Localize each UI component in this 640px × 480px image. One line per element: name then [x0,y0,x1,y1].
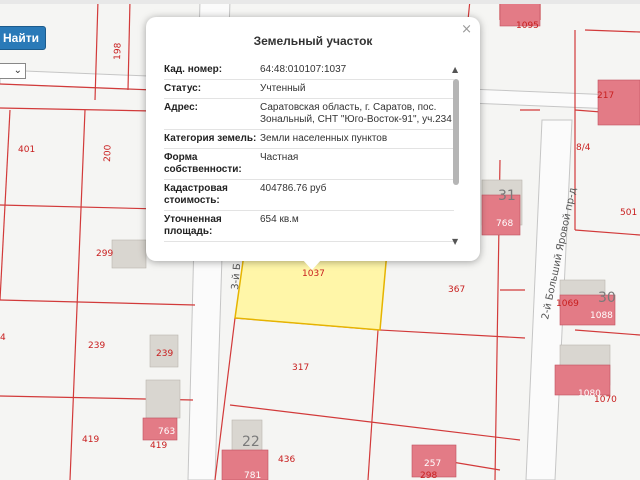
svg-text:31: 31 [498,188,516,204]
svg-text:768: 768 [496,219,513,229]
svg-text:198: 198 [113,42,124,60]
svg-text:419: 419 [150,441,167,451]
svg-text:317: 317 [292,363,309,373]
info-row: Статус: Учтенный [164,80,454,99]
parcel-info-popup: Земельный участок × Кад. номер: 64:48:01… [146,17,480,261]
info-row: Категория земель: Земли населенных пункт… [164,130,454,149]
svg-text:436: 436 [278,455,295,465]
svg-text:4: 4 [0,333,6,343]
svg-text:217: 217 [597,91,614,101]
scroll-down-icon[interactable]: ▼ [452,237,458,246]
svg-text:401: 401 [18,145,35,155]
svg-text:1037: 1037 [302,269,325,279]
svg-text:8/4: 8/4 [576,143,591,153]
svg-text:22: 22 [242,434,260,450]
field-label: Кадастровая стоимость: [164,183,228,206]
info-row: Кадастровая стоимость: 404786.76 руб [164,180,454,211]
field-label: Статус: [164,83,202,94]
area-value: 654 кв.м [260,214,299,225]
status-value: Учтенный [260,83,306,94]
popup-pointer [302,259,322,270]
field-label: Адрес: [164,102,198,113]
svg-text:1070: 1070 [594,395,617,405]
svg-text:1069: 1069 [556,299,579,309]
svg-text:501: 501 [620,208,637,218]
street-label-3rd: 3-й Б [230,263,243,291]
cadastral-cost-value: 404786.76 руб [260,183,327,194]
close-icon[interactable]: × [461,22,472,37]
field-label: Уточненная площадь: [164,214,222,237]
field-label: Форма собственности: [164,152,242,175]
info-row: Форма собственности: Частная [164,149,454,180]
svg-text:239: 239 [156,349,173,359]
land-category-value: Земли населенных пунктов [260,133,388,144]
scroll-thumb[interactable] [453,79,459,185]
layer-select[interactable]: ⌄ [0,63,26,79]
svg-text:367: 367 [448,285,465,295]
svg-text:781: 781 [244,471,261,480]
svg-text:1095: 1095 [516,21,539,31]
svg-text:200: 200 [103,144,114,162]
popup-scrollbar[interactable]: ▲ ▼ [452,65,460,247]
top-toolbar-strip [0,0,640,4]
field-label: Кад. номер: [164,64,223,75]
address-value: Саратовская область, г. Саратов, пос. Зо… [260,102,452,125]
find-button[interactable]: Найти [0,26,46,50]
field-label: Категория земель: [164,133,257,144]
info-row: Уточненная площадь: 654 кв.м [164,211,454,242]
svg-text:1088: 1088 [590,311,613,321]
popup-title: Земельный участок [253,34,373,48]
svg-text:239: 239 [88,341,105,351]
ownership-value: Частная [260,152,299,163]
svg-text:299: 299 [96,249,113,259]
info-row: Адрес: Саратовская область, г. Саратов, … [164,99,454,130]
svg-text:419: 419 [82,435,99,445]
svg-text:298: 298 [420,471,437,480]
info-row: Кад. номер: 64:48:010107:1037 [164,61,454,80]
svg-text:30: 30 [598,290,616,306]
svg-text:763: 763 [158,427,175,437]
popup-body: Кад. номер: 64:48:010107:1037 Статус: Уч… [164,61,454,246]
scroll-up-icon[interactable]: ▲ [452,65,458,74]
svg-text:257: 257 [424,459,441,469]
chevron-down-icon: ⌄ [13,65,22,76]
cadastral-number-value: 64:48:010107:1037 [260,64,347,75]
